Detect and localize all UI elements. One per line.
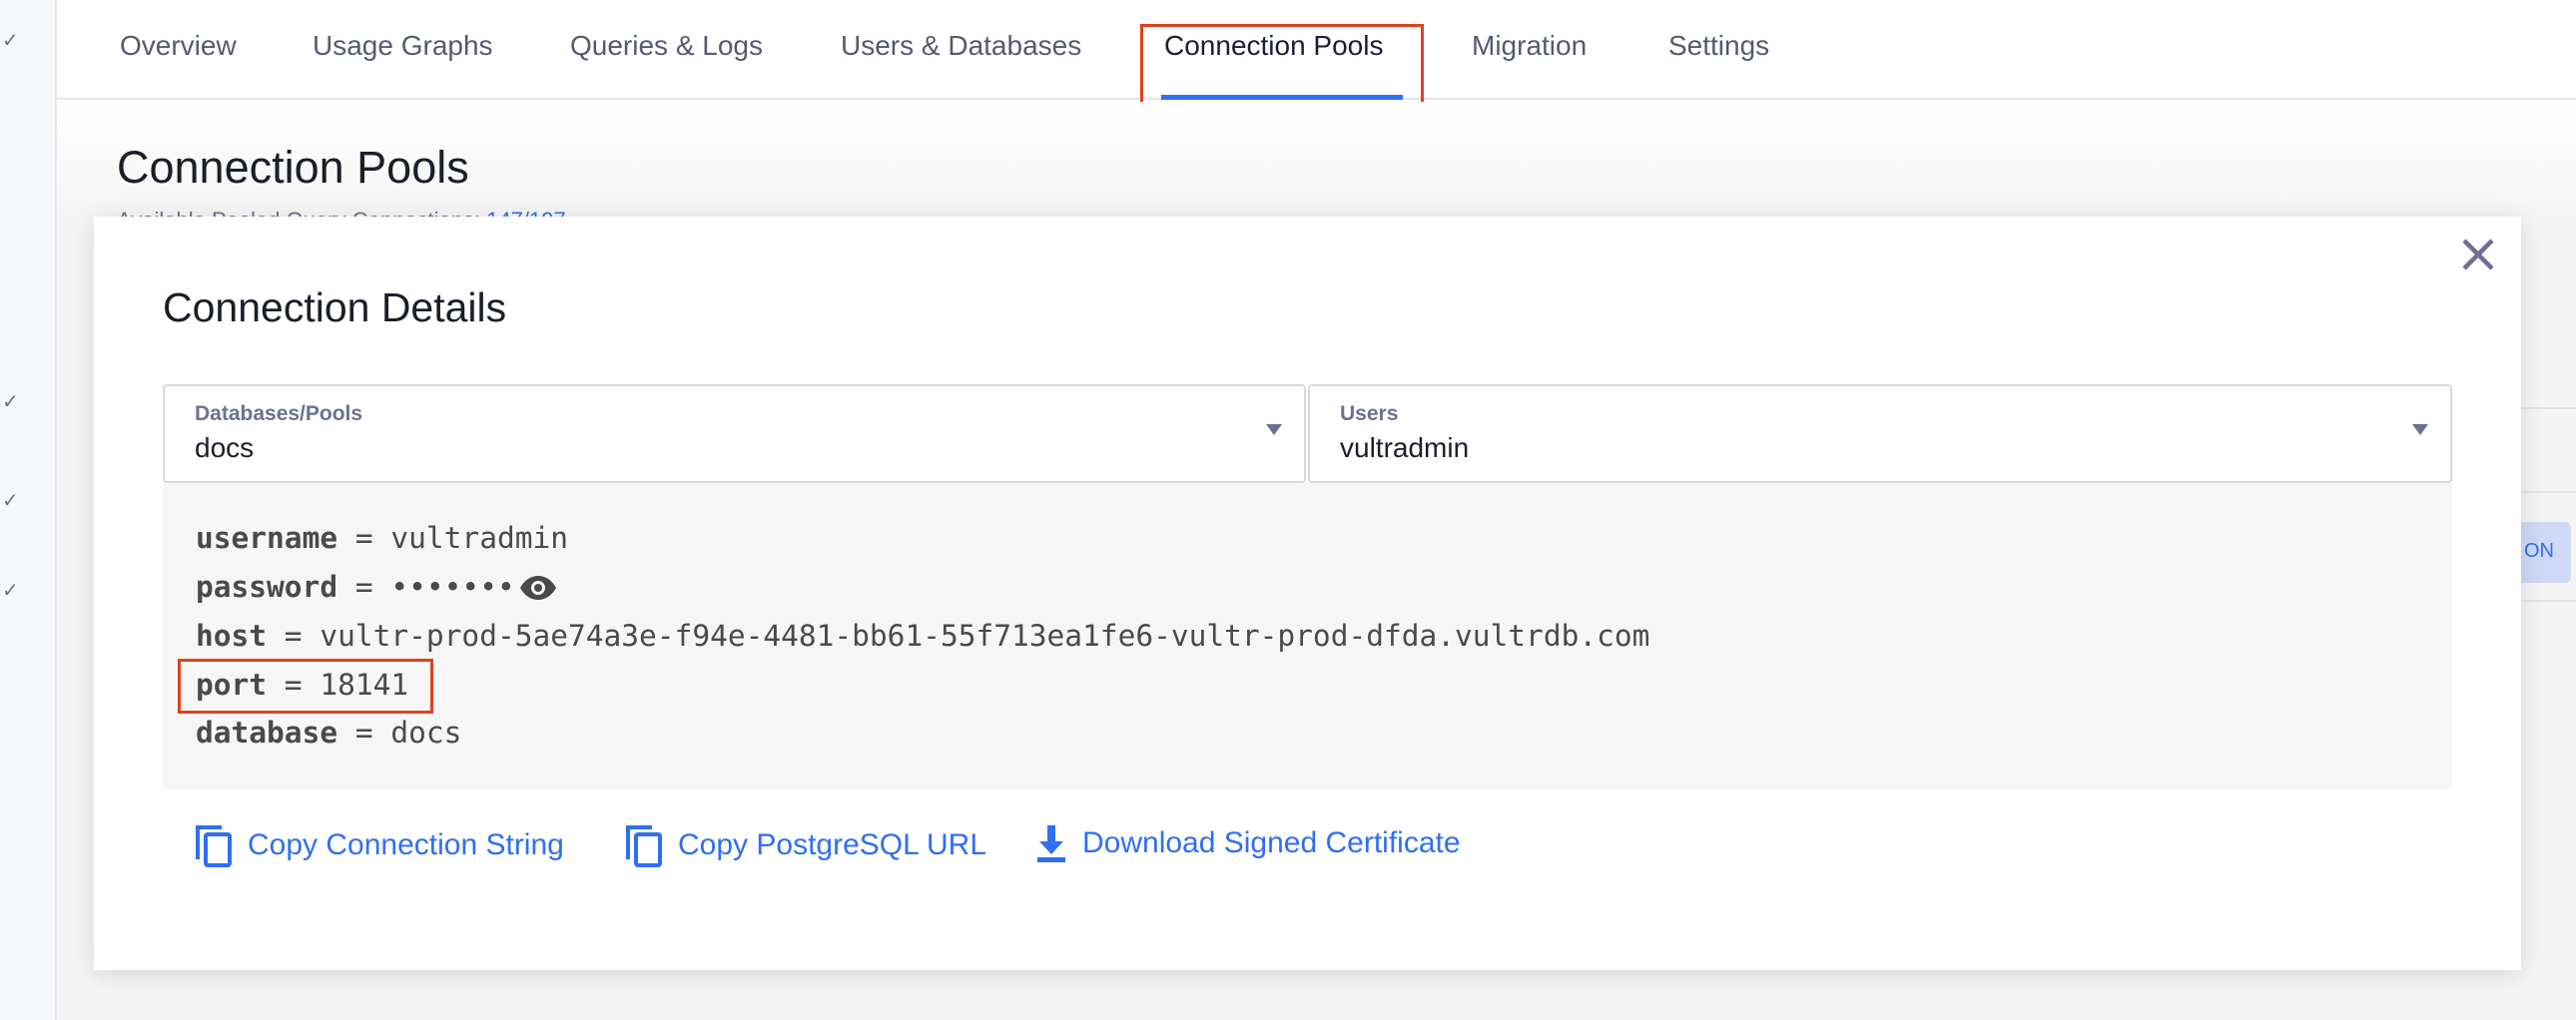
divider xyxy=(2521,491,2576,493)
connection-details-block: username = vultradmin password = •••••••… xyxy=(163,483,2452,789)
action-label: Copy PostgreSQL URL xyxy=(678,828,987,861)
tab-usage-graphs[interactable]: Usage Graphs xyxy=(313,30,493,62)
tab-users-databases[interactable]: Users & Databases xyxy=(841,30,1081,62)
tab-migration[interactable]: Migration xyxy=(1472,30,1587,62)
dropdown-arrow-icon xyxy=(1266,424,1282,435)
connection-details-modal: Connection Details Databases/Pools docs … xyxy=(94,217,2521,970)
sidebar: ✓ ✓ ✓ ✓ xyxy=(0,0,57,1020)
detail-password: password = ••••••• xyxy=(196,570,557,604)
chevron-icon[interactable]: ✓ xyxy=(2,578,19,603)
highlight-box-port xyxy=(178,659,433,714)
copy-connection-string-button[interactable]: Copy Connection String xyxy=(194,823,564,867)
detail-username: username = vultradmin xyxy=(196,521,568,555)
close-icon[interactable] xyxy=(2458,235,2498,274)
action-label: Copy Connection String xyxy=(248,828,564,861)
chevron-icon[interactable]: ✓ xyxy=(2,389,19,414)
download-icon xyxy=(1037,825,1065,862)
chevron-icon[interactable]: ✓ xyxy=(2,488,19,513)
chevron-icon[interactable]: ✓ xyxy=(2,28,19,53)
select-value: docs xyxy=(195,432,255,463)
copy-icon xyxy=(626,825,662,867)
tab-queries-logs[interactable]: Queries & Logs xyxy=(570,30,763,62)
eye-icon[interactable] xyxy=(519,575,557,601)
detail-database: database = docs xyxy=(196,716,462,750)
dropdown-arrow-icon xyxy=(2412,424,2428,435)
highlight-box-tab xyxy=(1140,24,1424,112)
select-label: Databases/Pools xyxy=(195,402,363,425)
download-certificate-button[interactable]: Download Signed Certificate xyxy=(1034,823,1461,863)
select-label: Users xyxy=(1340,402,1399,425)
users-select[interactable]: Users vultradmin xyxy=(1308,384,2452,483)
copy-postgresql-url-button[interactable]: Copy PostgreSQL URL xyxy=(624,823,986,867)
divider xyxy=(2521,600,2576,602)
page-title: Connection Pools xyxy=(117,142,469,193)
tab-settings[interactable]: Settings xyxy=(1668,30,1769,62)
divider xyxy=(2521,407,2576,409)
tab-overview[interactable]: Overview xyxy=(120,30,237,62)
databases-pools-select[interactable]: Databases/Pools docs xyxy=(163,384,1306,483)
detail-host: host = vultr-prod-5ae74a3e-f94e-4481-bb6… xyxy=(196,619,1650,653)
select-value: vultradmin xyxy=(1340,432,1470,463)
action-label: Download Signed Certificate xyxy=(1082,826,1461,859)
modal-title: Connection Details xyxy=(163,284,507,330)
copy-icon xyxy=(196,825,232,867)
